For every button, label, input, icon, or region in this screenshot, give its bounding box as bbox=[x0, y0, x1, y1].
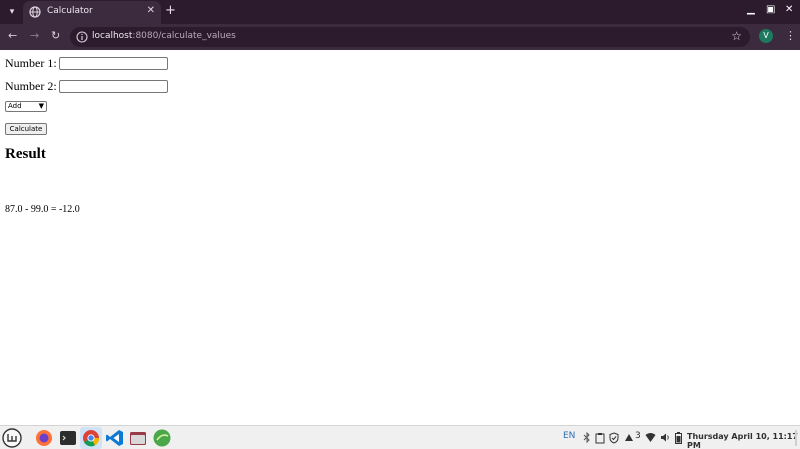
profile-avatar[interactable]: V bbox=[759, 29, 773, 43]
tab-calculator[interactable]: Calculator ✕ bbox=[23, 1, 161, 24]
minimize-icon[interactable]: ▁ bbox=[747, 4, 755, 15]
maximize-icon[interactable]: ▣ bbox=[766, 4, 775, 15]
chevron-down-icon: ▼ bbox=[38, 102, 44, 110]
notifications-icon[interactable] bbox=[624, 432, 634, 444]
back-icon[interactable]: ← bbox=[8, 29, 17, 42]
url-text: localhost:8080/calculate_values bbox=[92, 31, 236, 41]
tab-search-button[interactable]: ▾ bbox=[4, 4, 20, 20]
operation-selected-value: Add bbox=[8, 102, 22, 110]
tab-close-icon[interactable]: ✕ bbox=[147, 5, 155, 16]
number2-input[interactable] bbox=[58, 79, 168, 93]
operation-select[interactable]: Add ▼ bbox=[5, 101, 47, 112]
number2-row: Number 2: bbox=[5, 78, 168, 94]
mint-menu-icon[interactable] bbox=[2, 428, 22, 448]
shield-icon[interactable] bbox=[609, 432, 619, 444]
url-path: :8080/calculate_values bbox=[132, 31, 236, 41]
address-bar[interactable]: localhost:8080/calculate_values ☆ bbox=[70, 27, 750, 47]
calculate-button[interactable]: Calculate bbox=[5, 123, 47, 135]
browser-menu-icon[interactable]: ⋮ bbox=[785, 29, 796, 42]
tab-title: Calculator bbox=[47, 6, 93, 16]
result-text: 87.0 - 99.0 = -12.0 bbox=[5, 204, 80, 215]
page-content: Number 1: Number 2: Add ▼ Calculate Resu… bbox=[0, 50, 800, 425]
wifi-icon[interactable] bbox=[645, 432, 656, 443]
chrome-launcher[interactable] bbox=[80, 427, 102, 449]
battery-icon[interactable] bbox=[675, 432, 682, 444]
number1-row: Number 1: bbox=[5, 55, 168, 71]
notifications-count: 3 bbox=[635, 431, 641, 441]
number1-label: Number 1: bbox=[5, 55, 57, 70]
firefox-icon[interactable] bbox=[33, 427, 55, 449]
globe-icon bbox=[29, 6, 41, 18]
keyboard-language[interactable]: EN bbox=[563, 431, 575, 441]
number1-input[interactable] bbox=[58, 56, 168, 70]
greenfish-icon[interactable] bbox=[151, 427, 173, 449]
bookmark-star-icon[interactable]: ☆ bbox=[731, 29, 742, 43]
url-host: localhost bbox=[92, 31, 133, 41]
browser-tab-bar: ▾ Calculator ✕ + ▁ ▣ ✕ bbox=[0, 0, 800, 24]
bluetooth-icon[interactable] bbox=[583, 432, 591, 444]
result-heading: Result bbox=[5, 146, 46, 162]
clock[interactable]: Thursday April 10, 11:17 PM bbox=[687, 432, 800, 449]
show-desktop-button[interactable] bbox=[795, 430, 797, 446]
window-close-icon[interactable]: ✕ bbox=[785, 4, 793, 15]
files-icon[interactable] bbox=[127, 427, 149, 449]
clipboard-icon[interactable] bbox=[595, 432, 605, 444]
site-info-icon[interactable] bbox=[76, 31, 88, 43]
vscode-icon[interactable] bbox=[104, 427, 126, 449]
taskbar: EN 3 Thursday April 10, 11:17 PM bbox=[0, 425, 800, 449]
browser-toolbar: ← → ↻ localhost:8080/calculate_values ☆ … bbox=[0, 24, 800, 50]
forward-icon[interactable]: → bbox=[30, 29, 39, 42]
terminal-icon[interactable] bbox=[57, 427, 79, 449]
chrome-icon bbox=[83, 430, 100, 447]
number2-label: Number 2: bbox=[5, 78, 57, 93]
reload-icon[interactable]: ↻ bbox=[51, 29, 60, 42]
new-tab-button[interactable]: + bbox=[165, 3, 176, 18]
volume-icon[interactable] bbox=[660, 432, 670, 443]
